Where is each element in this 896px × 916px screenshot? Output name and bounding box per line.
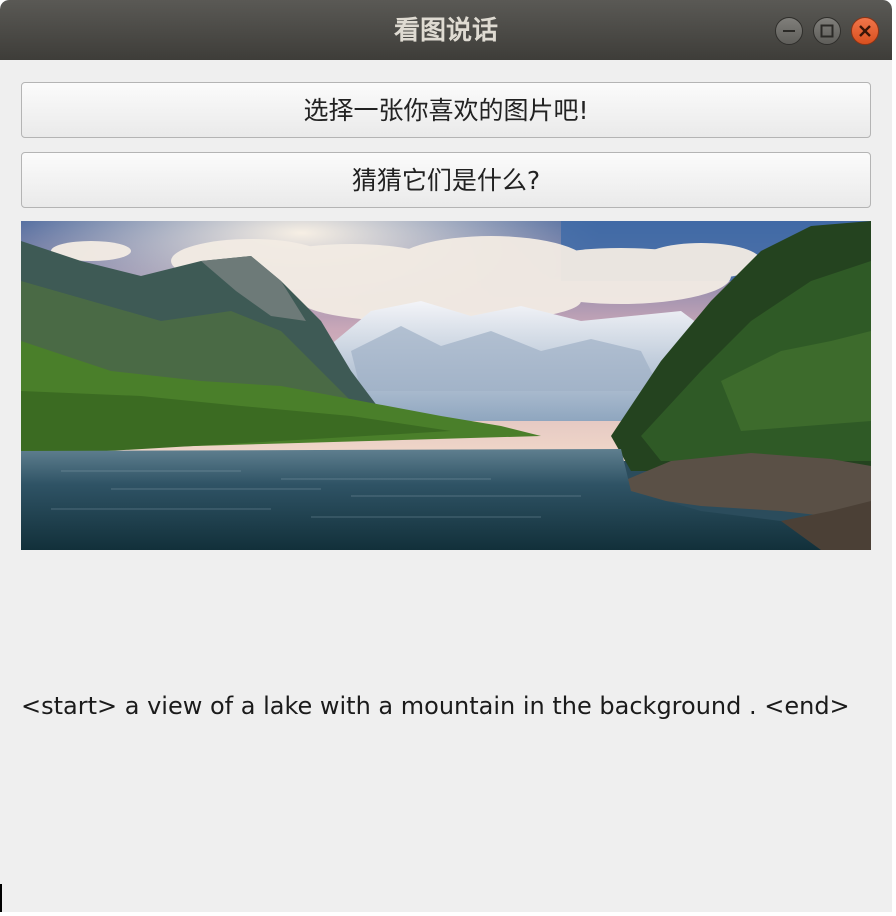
window-title: 看图说话 (393, 16, 498, 46)
guess-button[interactable]: 猜猜它们是什么? (21, 152, 871, 208)
app-window: 看图说话 选择一张你喜欢的图片吧! 猜猜它们是什么? <start> a vie… (0, 0, 892, 912)
title-bar[interactable]: 看图说话 (0, 0, 892, 60)
text-cursor (0, 884, 2, 912)
caption-text: <start> a view of a lake with a mountain… (21, 692, 850, 720)
close-icon (859, 25, 871, 37)
minimize-button[interactable] (775, 17, 803, 45)
choose-image-button[interactable]: 选择一张你喜欢的图片吧! (21, 82, 871, 138)
maximize-icon (820, 24, 834, 38)
minimize-icon (783, 30, 795, 32)
close-button[interactable] (851, 17, 879, 45)
landscape-image (21, 221, 871, 550)
maximize-button[interactable] (813, 17, 841, 45)
